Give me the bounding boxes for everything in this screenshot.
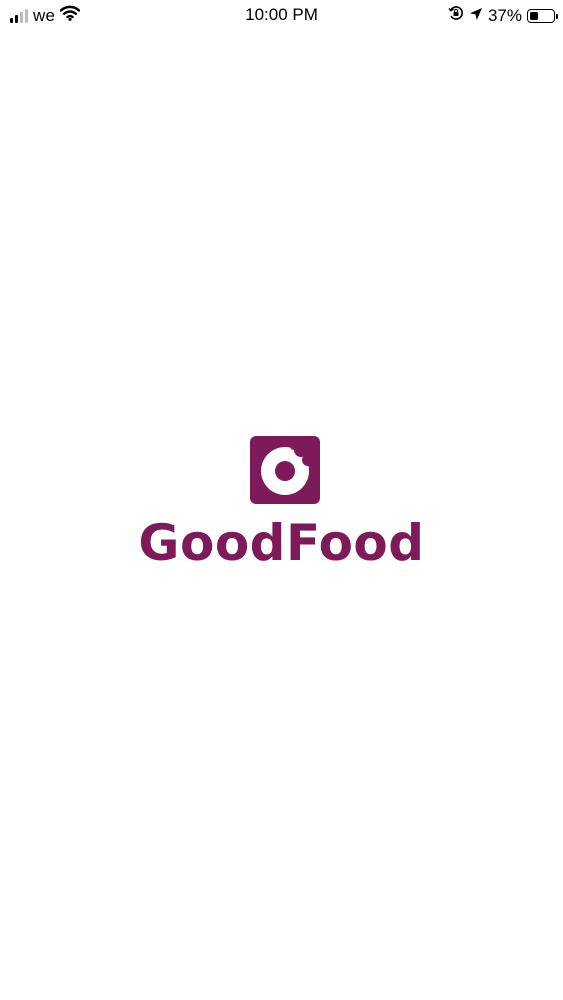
orientation-lock-icon (448, 5, 464, 26)
status-bar: we 10:00 PM 37% (0, 0, 563, 32)
battery-fill (530, 11, 538, 20)
battery-icon (527, 8, 558, 23)
battery-tip (556, 13, 558, 19)
battery-percent: 37% (487, 5, 522, 25)
location-icon (469, 6, 483, 26)
bitten-donut-icon (250, 436, 320, 504)
status-bar-right: 37% (448, 5, 558, 26)
splash-screen: we 10:00 PM 37% GoodFood (0, 0, 563, 1000)
brand-name: GoodFood (138, 514, 425, 572)
